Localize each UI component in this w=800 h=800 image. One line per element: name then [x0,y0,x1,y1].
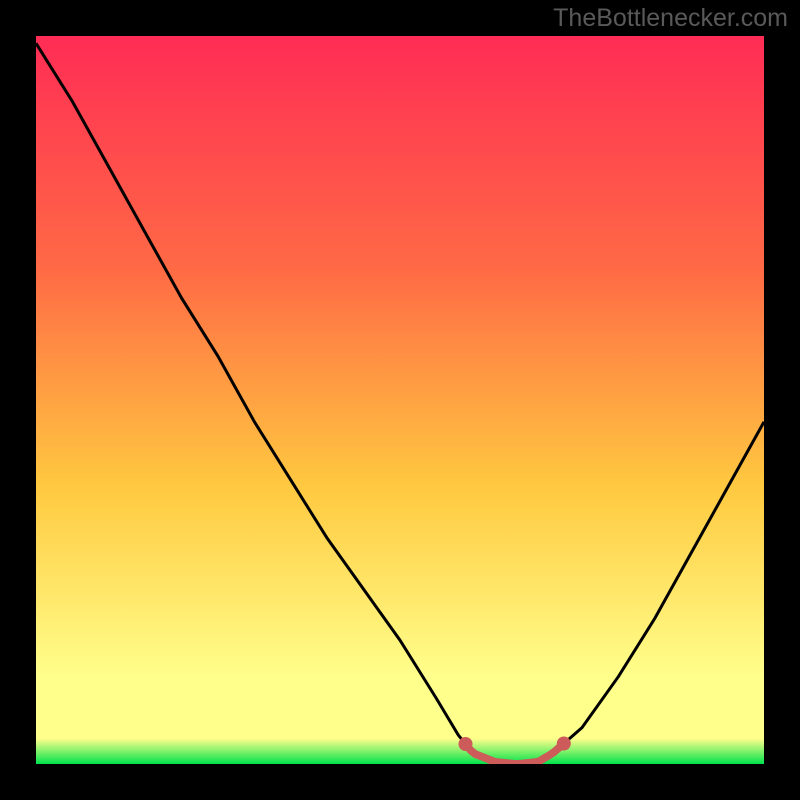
plot-svg [36,36,764,764]
watermark-text: TheBottlenecker.com [553,4,788,33]
chart-container: TheBottlenecker.com [0,0,800,800]
chart-background [36,36,764,764]
plot-area [36,36,764,764]
